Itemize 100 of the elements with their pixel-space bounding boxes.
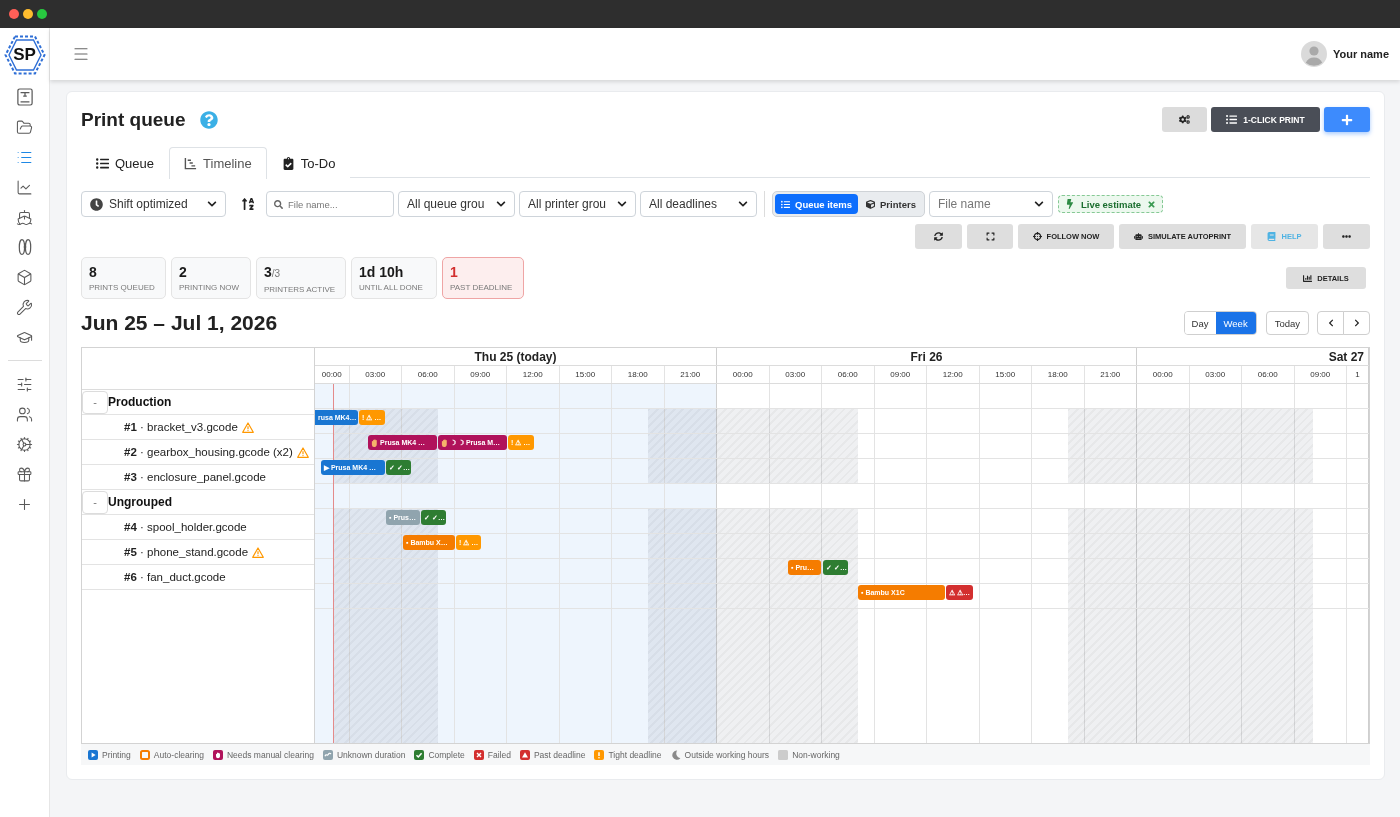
stat-value: 1 xyxy=(450,264,459,280)
hour-label: 06:00 xyxy=(402,366,455,383)
collapse-button[interactable]: - xyxy=(82,390,108,414)
avatar-icon[interactable] xyxy=(1300,41,1327,67)
hour-label: 18:00 xyxy=(612,366,665,383)
menu-icon xyxy=(72,45,90,63)
window-minimize-button[interactable] xyxy=(23,9,33,19)
stat-value: 8 xyxy=(89,264,98,280)
queue-item-label[interactable]: #3 · enclosure_panel.gcode xyxy=(124,471,266,483)
filter-select[interactable]: All printer grou xyxy=(519,191,636,217)
legend-label: Complete xyxy=(428,749,465,760)
cube-icon xyxy=(866,199,876,209)
clock-icon xyxy=(90,197,103,211)
printer-icon xyxy=(16,88,33,106)
hour-label: 03:00 xyxy=(1189,366,1242,383)
day-header: Fri 26 xyxy=(717,348,1137,365)
chevron-down-icon xyxy=(1033,199,1044,209)
close-button[interactable] xyxy=(1147,199,1157,209)
collapse-button[interactable]: - xyxy=(82,490,108,514)
robot-icon xyxy=(1133,232,1143,241)
hour-label: 00:00 xyxy=(1137,366,1190,383)
window-zoom-button[interactable] xyxy=(37,9,47,19)
date-range-heading: Jun 25 – Jul 1, 2026 xyxy=(81,311,278,335)
filter-select[interactable]: All deadlines xyxy=(640,191,757,217)
refresh-button[interactable] xyxy=(915,224,962,249)
more-icon xyxy=(1342,232,1351,241)
search-icon xyxy=(274,200,283,209)
legend-label: Non-working xyxy=(792,749,840,760)
list-icon xyxy=(781,199,790,209)
close-icon xyxy=(1147,199,1157,209)
toggle-option[interactable]: Queue items xyxy=(775,194,859,214)
gears-icon xyxy=(1179,114,1190,125)
users-icon xyxy=(16,405,33,423)
hour-label: 03:00 xyxy=(769,366,822,383)
hand-icon xyxy=(441,438,448,447)
refresh-icon xyxy=(934,232,943,241)
day-header: Sat 27 xyxy=(1137,348,1369,365)
hour-label: 12:00 xyxy=(927,366,980,383)
queue-item-label[interactable]: #1 · bracket_v3.gcode xyxy=(124,421,238,433)
bar-chart-icon xyxy=(1303,273,1313,283)
chevron-down-icon xyxy=(207,199,217,209)
range-option[interactable]: Week xyxy=(1215,312,1256,334)
add-button[interactable] xyxy=(1324,107,1370,132)
user-name[interactable]: Your name xyxy=(1332,48,1389,60)
hour-label: 06:00 xyxy=(1242,366,1295,383)
badge-label: Live estimate xyxy=(1080,198,1142,210)
gear-icon xyxy=(16,435,33,453)
mode-select[interactable]: Shift optimized xyxy=(81,191,226,217)
fullscreen-button[interactable] xyxy=(967,224,1013,249)
app-logo: SP xyxy=(2,33,47,77)
legend-label: Failed xyxy=(487,749,511,760)
book-icon xyxy=(1267,232,1277,241)
legend-label: Tight deadline xyxy=(608,749,662,760)
hour-label: 09:00 xyxy=(1294,366,1347,383)
hour-label: 21:00 xyxy=(664,366,717,383)
help-icon[interactable] xyxy=(199,110,218,129)
toggle-option[interactable]: Printers xyxy=(860,194,922,214)
queue-item-label[interactable]: #6 · fan_duct.gcode xyxy=(124,571,226,583)
legend-label: Unknown duration xyxy=(336,749,406,760)
chevron-left-icon xyxy=(1326,319,1335,327)
tab[interactable]: Timeline xyxy=(169,147,267,179)
crosshair-icon xyxy=(1032,232,1042,241)
hour-label: 00:00 xyxy=(315,366,350,383)
line-chart-icon xyxy=(16,178,33,196)
ship-icon xyxy=(16,208,33,226)
hour-label: 18:00 xyxy=(1032,366,1085,383)
chevron-down-icon xyxy=(738,199,748,209)
window-close-button[interactable] xyxy=(9,9,19,19)
stat-value: 1d 10h xyxy=(359,264,405,280)
file-name-select[interactable]: File name xyxy=(928,191,1053,217)
hour-label: 00:00 xyxy=(717,366,770,383)
queue-item-label[interactable]: #5 · phone_stand.gcode xyxy=(124,546,249,558)
list-icon xyxy=(96,156,109,170)
queue-item-label[interactable]: #2 · gearbox_housing.gcode (x2) xyxy=(124,446,293,458)
hour-label: 09:00 xyxy=(454,366,507,383)
chevron-down-icon xyxy=(617,199,627,209)
filter-select[interactable]: All queue grou xyxy=(398,191,515,217)
hour-label: 1 xyxy=(1347,366,1369,383)
cube-icon xyxy=(16,268,33,286)
legend-label: Outside working hours xyxy=(684,749,770,760)
clipboard-check-icon xyxy=(281,156,295,170)
plus-icon xyxy=(1341,113,1353,126)
settings-button[interactable] xyxy=(1162,107,1207,132)
stat-label: PRINTING NOW xyxy=(179,283,240,292)
page-title: Print queue xyxy=(81,108,186,131)
hour-label: 15:00 xyxy=(979,366,1032,383)
hour-label: 12:00 xyxy=(507,366,560,383)
stat-value: 2 xyxy=(179,264,188,280)
menu-button[interactable] xyxy=(72,45,90,63)
gift-icon xyxy=(16,465,33,483)
hour-label: 03:00 xyxy=(349,366,402,383)
day-header: Thu 25 (today) xyxy=(315,348,717,365)
stat-label: PAST DEADLINE xyxy=(450,283,514,292)
queue-item-label[interactable]: #4 · spool_holder.gcode xyxy=(124,521,247,533)
one-click-print-button[interactable]: 1-CLICK PRINT xyxy=(1211,107,1320,132)
list-icon xyxy=(1226,114,1238,125)
today-button[interactable]: Today xyxy=(1265,311,1309,335)
chevron-down-icon xyxy=(496,199,506,209)
search-field[interactable]: File name... xyxy=(266,191,394,217)
hour-label: 06:00 xyxy=(822,366,875,383)
